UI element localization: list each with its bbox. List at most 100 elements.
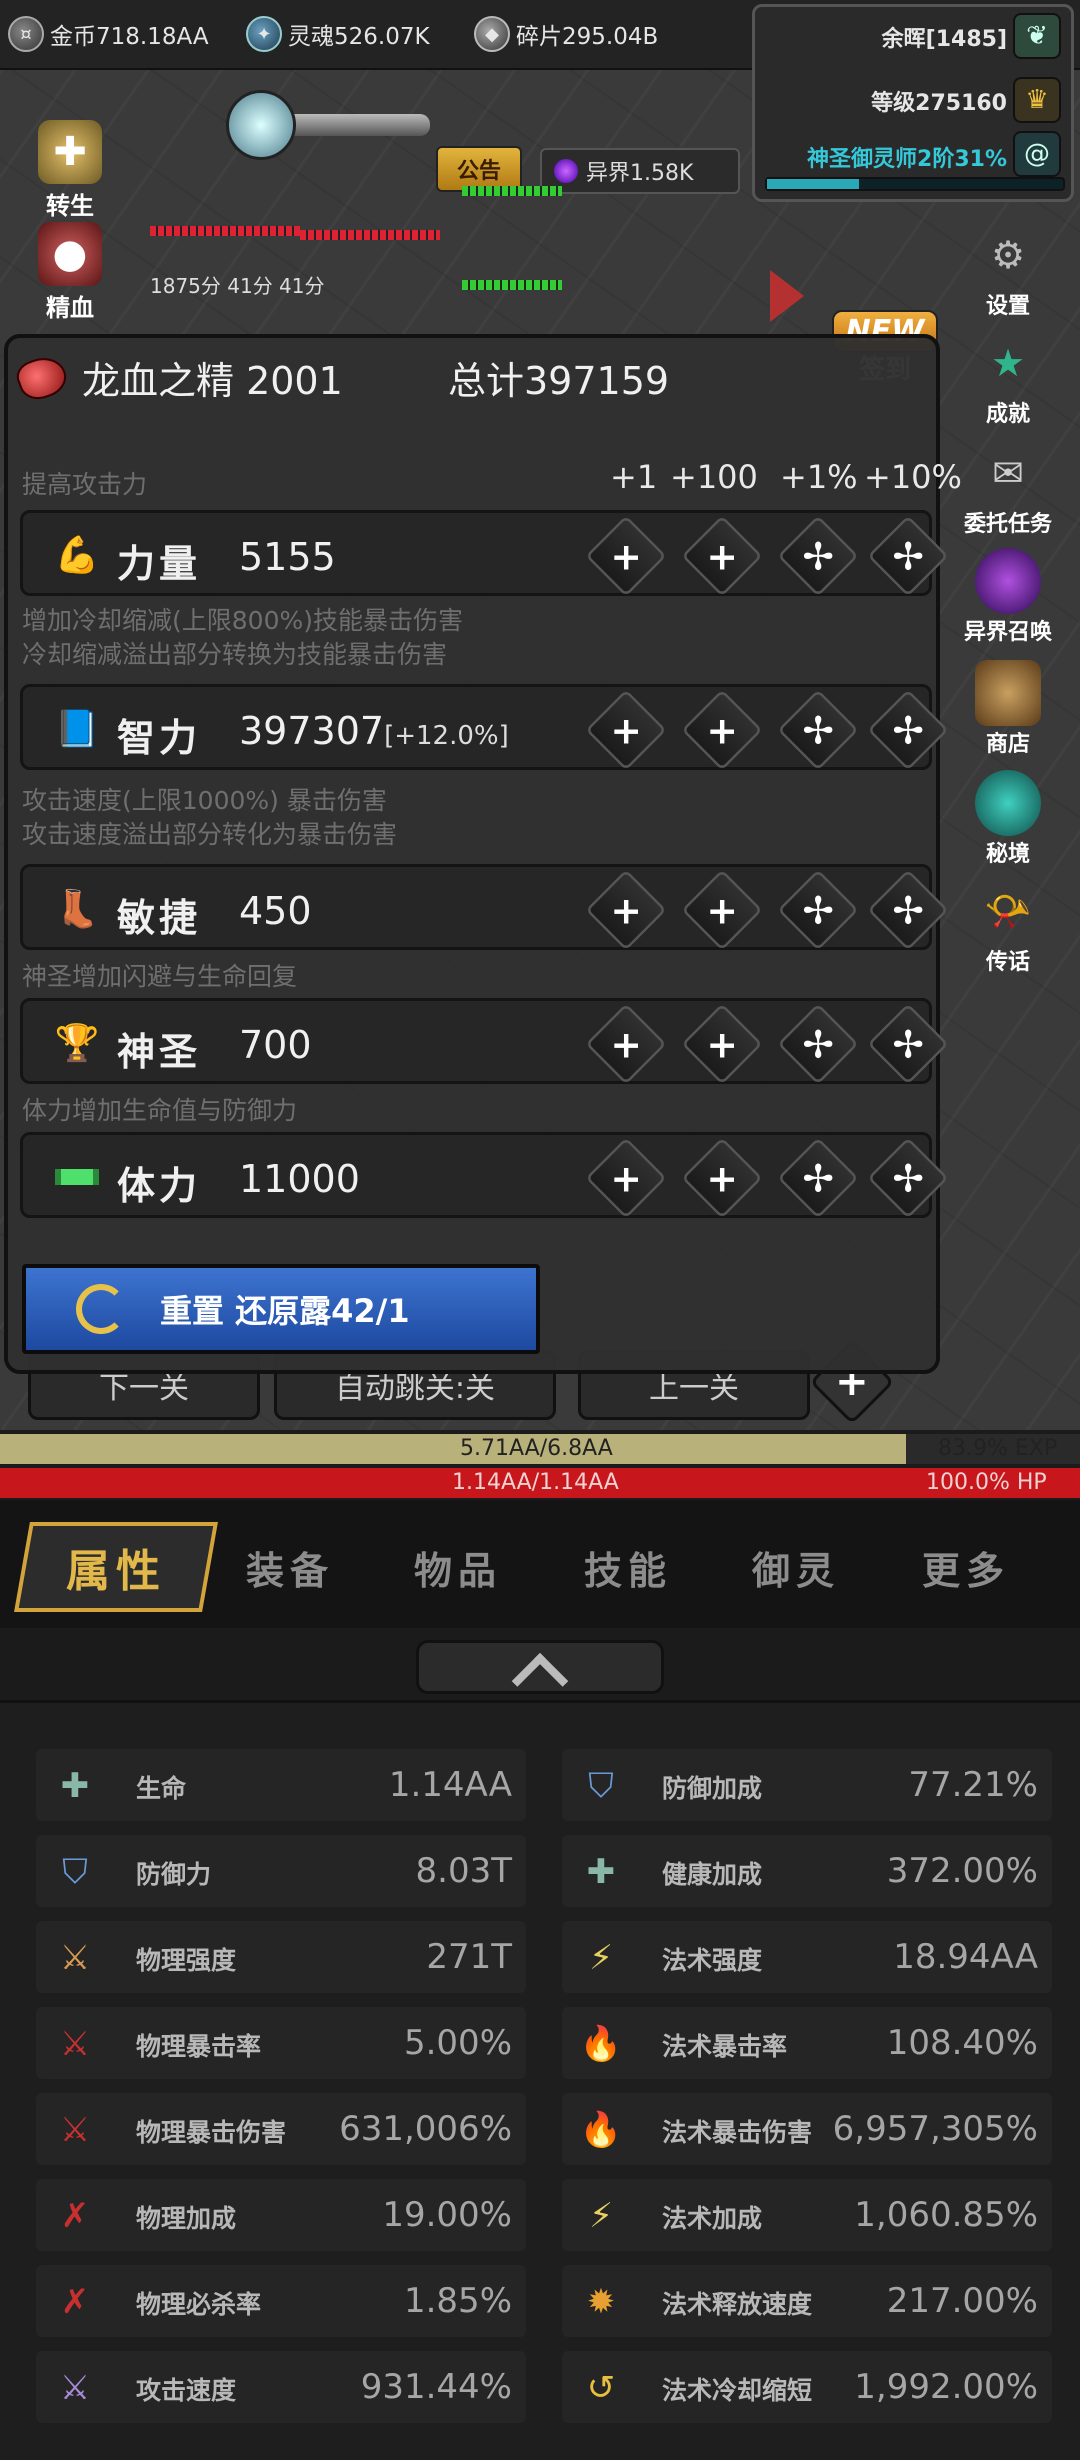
tab-attributes[interactable]: 属性 [14, 1522, 218, 1612]
attr-item: ⚔ 物理暴击率 5.00% [36, 2007, 526, 2079]
attr-name: 物理加成 [136, 2204, 237, 2233]
plus-icon: ✢ [802, 533, 834, 579]
strength-arm-icon: 💪 [54, 535, 100, 576]
undo-icon [76, 1284, 126, 1334]
plus-icon: + [610, 1155, 642, 1201]
step-label-100: +100 [670, 458, 758, 496]
stat-name: 神圣 [117, 1030, 202, 1074]
plus-icon: ✢ [802, 887, 834, 933]
tab-more[interactable]: 更多 [922, 1540, 1010, 1595]
achievement-label: 成就 [985, 402, 1030, 427]
attr-item: ⚔ 攻击速度 931.44% [36, 2351, 526, 2423]
reset-button[interactable]: 重置 还原露42/1 [22, 1264, 540, 1354]
add-1pct-button[interactable]: ✢ [777, 689, 859, 771]
add-10pct-button[interactable]: ✢ [867, 1003, 949, 1085]
tab-spirits[interactable]: 御灵 [752, 1540, 840, 1595]
attr-name: 物理暴击伤害 [136, 2118, 287, 2147]
tab-skills[interactable]: 技能 [584, 1540, 672, 1595]
score-text: 1875分 41分 41分 [150, 274, 325, 298]
health-cross-icon: ✚ [586, 1852, 616, 1892]
add-10pct-button[interactable]: ✢ [867, 1137, 949, 1219]
add-1-button[interactable]: + [585, 869, 667, 951]
add-1pct-button[interactable]: ✢ [777, 1003, 859, 1085]
attr-value: 6,957,305% [832, 2109, 1038, 2149]
add-100-button[interactable]: + [681, 689, 763, 771]
add-10pct-button[interactable]: ✢ [867, 869, 949, 951]
shop-label: 商店 [985, 732, 1030, 757]
shield-icon: ⛉ [62, 1852, 88, 1892]
lightning-icon: ⚡ [589, 1938, 613, 1978]
otherworld-button[interactable]: 异界1.58K [540, 148, 740, 194]
attr-value: 1,060.85% [854, 2195, 1038, 2235]
hp-bar: 1.14AA/1.14AA 100.0% HP [0, 1468, 1080, 1498]
add-1-button[interactable]: + [585, 1003, 667, 1085]
stat-name: 体力 [117, 1164, 202, 1208]
stat-description: 攻击速度(上限1000%) 暴击伤害 [22, 786, 387, 815]
tab-equipment[interactable]: 装备 [246, 1540, 334, 1595]
feather-icon[interactable]: ❦ [1013, 13, 1061, 59]
add-100-button[interactable]: + [681, 1137, 763, 1219]
collapse-panel-button[interactable] [416, 1640, 664, 1710]
summon-button[interactable]: 异界召唤 [958, 548, 1058, 646]
shop-button[interactable]: 商店 [958, 660, 1058, 758]
attr-value: 1.85% [403, 2281, 512, 2321]
attr-value: 631,006% [339, 2109, 512, 2149]
physical-bonus-icon: ✗ [60, 2196, 90, 2236]
stat-value-number: 5155 [239, 535, 336, 579]
add-100-button[interactable]: + [681, 515, 763, 597]
message-button[interactable]: 📯 传话 [958, 878, 1058, 976]
stat-description: 增加冷却缩减(上限800%)技能暴击伤害 [22, 606, 463, 635]
add-100-button[interactable]: + [681, 869, 763, 951]
crown-icon[interactable]: ♛ [1013, 77, 1061, 123]
add-100-button[interactable]: + [681, 1003, 763, 1085]
hp-text: 1.14AA/1.14AA [452, 1470, 619, 1495]
attr-value: 108.40% [886, 2023, 1038, 2063]
plus-icon: ✢ [892, 887, 924, 933]
stat-value-number: 11000 [239, 1157, 360, 1201]
cast-speed-icon: ✹ [586, 2282, 616, 2322]
stat-row-stamina: 体力 11000 + + ✢ ✢ [20, 1132, 949, 1219]
player-status-panel: 余晖[1485] ❦ 等级275160 ♛ 神圣御灵师2阶31% @ [752, 4, 1074, 202]
add-10pct-button[interactable]: ✢ [867, 689, 949, 771]
add-1pct-button[interactable]: ✢ [777, 515, 859, 597]
attr-value: 77.21% [908, 1765, 1038, 1805]
allocation-total: 总计397159 [448, 359, 670, 403]
rebirth-button[interactable]: ✚ 转生 [18, 120, 122, 221]
shop-icon [975, 660, 1041, 726]
secret-realm-label: 秘境 [985, 842, 1030, 867]
attributes-panel: ✚ 生命 1.14AA ⛉ 防御加成 77.21% ⛉ 防御力 8.03T ✚ … [0, 1700, 1080, 2460]
attr-item: ⚔ 物理强度 271T [36, 1921, 526, 1993]
secret-realm-button[interactable]: 秘境 [958, 770, 1058, 868]
plus-icon: + [706, 533, 738, 579]
staff-orb [226, 90, 296, 160]
attr-name: 法术强度 [662, 1946, 763, 1975]
gold-amount: 金币718.18AA [50, 24, 209, 50]
achievement-button[interactable]: ★ 成就 [958, 330, 1058, 428]
attr-item: ⛉ 防御加成 77.21% [562, 1749, 1052, 1821]
stamina-bar-icon [53, 1153, 101, 1201]
portal-icon [975, 548, 1041, 614]
blood-essence-button[interactable]: ● 精血 [18, 222, 122, 323]
secret-realm-icon [975, 770, 1041, 836]
add-1pct-button[interactable]: ✢ [777, 1137, 859, 1219]
add-1-button[interactable]: + [585, 689, 667, 771]
tab-items[interactable]: 物品 [414, 1540, 502, 1595]
settings-label: 设置 [985, 294, 1030, 319]
quest-button[interactable]: ✉ 委托任务 [958, 440, 1058, 538]
plus-icon: ✢ [802, 1155, 834, 1201]
gold-currency: ¤ 金币718.18AA [8, 14, 209, 54]
spiral-icon[interactable]: @ [1013, 131, 1061, 177]
plus-icon: + [610, 533, 642, 579]
stat-description: 神圣增加闪避与生命回复 [22, 962, 298, 991]
add-1pct-button[interactable]: ✢ [777, 869, 859, 951]
settings-button[interactable]: ⚙ 设置 [958, 222, 1058, 320]
trophy-icon: 🏆 [54, 1023, 100, 1064]
add-1-button[interactable]: + [585, 515, 667, 597]
attr-item: ✗ 物理必杀率 1.85% [36, 2265, 526, 2337]
shard-amount: 碎片295.04B [516, 24, 659, 50]
health-cross-icon: ✚ [60, 1766, 90, 1806]
stat-description: 体力增加生命值与防御力 [22, 1096, 298, 1125]
enemy-hp-bar [462, 280, 562, 290]
add-10pct-button[interactable]: ✢ [867, 515, 949, 597]
add-1-button[interactable]: + [585, 1137, 667, 1219]
